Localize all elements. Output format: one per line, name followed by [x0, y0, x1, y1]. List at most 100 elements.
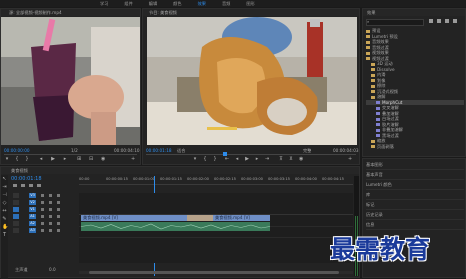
side-panel-tab[interactable]: 标记: [366, 200, 464, 210]
mark-out-icon[interactable]: }: [25, 157, 29, 162]
export-frame-icon[interactable]: ◉: [101, 157, 105, 162]
source-patch[interactable]: [13, 200, 19, 205]
play-icon[interactable]: ▶: [51, 157, 55, 162]
video-clip[interactable]: 美食视频.mp4 [V]: [213, 215, 270, 221]
step-forward-icon[interactable]: ▸: [63, 157, 67, 162]
audio-track-header[interactable]: A3: [13, 228, 77, 234]
timeline-timecode[interactable]: 00:00:01:18: [11, 176, 42, 182]
mute-icon[interactable]: [49, 229, 52, 232]
workspace-tab[interactable]: 效果: [198, 1, 206, 7]
lock-icon[interactable]: [41, 194, 44, 197]
slip-tool-icon[interactable]: ↔: [2, 209, 7, 214]
mute-icon[interactable]: [49, 222, 52, 225]
program-scrub-bar[interactable]: [146, 154, 356, 155]
source-fit-select[interactable]: 1/2: [71, 148, 78, 153]
pen-tool-icon[interactable]: ✎: [2, 217, 7, 222]
workspace-tab[interactable]: 学习: [100, 1, 108, 7]
video-track-header[interactable]: V2: [13, 200, 77, 206]
mark-in-icon[interactable]: {: [15, 157, 19, 162]
video-track-header[interactable]: V3: [13, 193, 77, 199]
effects-folder[interactable]: 页面剥落: [366, 144, 464, 150]
type-tool-icon[interactable]: T: [2, 233, 7, 238]
audio-track-header[interactable]: A2: [13, 221, 77, 227]
eye-icon[interactable]: [49, 201, 52, 204]
hand-tool-icon[interactable]: ✋: [2, 225, 8, 230]
32bit-filter-icon[interactable]: [437, 19, 441, 23]
add-marker-icon[interactable]: [29, 184, 33, 187]
mute-icon[interactable]: [49, 215, 52, 218]
track-select-tool-icon[interactable]: ⇥: [2, 185, 7, 190]
lock-icon[interactable]: [41, 215, 44, 218]
step-back-icon[interactable]: ◂: [39, 157, 43, 162]
timeline-ruler[interactable]: 00:00 00:00:00:15 00:00:01:00 00:00:01:15 00…: [79, 176, 353, 185]
lock-icon[interactable]: [41, 229, 44, 232]
snap-icon[interactable]: [13, 184, 17, 187]
step-back-icon[interactable]: ◂: [235, 157, 239, 162]
source-patch[interactable]: [13, 207, 19, 212]
side-panel-tab[interactable]: 基本图形: [366, 160, 464, 170]
eye-icon[interactable]: [49, 208, 52, 211]
solo-icon[interactable]: [57, 222, 60, 225]
video-clip[interactable]: 美食视频.mp4 [V]: [81, 215, 197, 221]
go-to-out-icon[interactable]: ⇥: [265, 157, 269, 162]
side-panel-tab[interactable]: 基本声音: [366, 170, 464, 180]
solo-icon[interactable]: [57, 229, 60, 232]
lock-icon[interactable]: [41, 201, 44, 204]
workspace-tab[interactable]: 组件: [124, 1, 132, 7]
accelerated-filter-icon[interactable]: [429, 19, 433, 23]
source-scrub-bar[interactable]: [4, 154, 137, 155]
effects-search-input[interactable]: [366, 19, 424, 26]
workspace-tab[interactable]: 颜色: [173, 1, 181, 7]
side-panel-tab[interactable]: Lumetri 颜色: [366, 180, 464, 190]
new-folder-icon[interactable]: [453, 19, 457, 23]
audio-clip[interactable]: [81, 222, 270, 231]
workspace-tab[interactable]: 编辑: [149, 1, 157, 7]
marker-icon[interactable]: ▾: [5, 157, 9, 162]
sync-lock-icon[interactable]: [57, 208, 60, 211]
workspace-tab[interactable]: 音频: [222, 1, 230, 7]
source-patch[interactable]: [13, 214, 19, 219]
marker-icon[interactable]: ▾: [193, 157, 197, 162]
program-timecode[interactable]: 00:00:01:18: [146, 148, 172, 153]
transition-marker[interactable]: [187, 215, 213, 221]
lock-icon[interactable]: [41, 208, 44, 211]
mark-out-icon[interactable]: }: [213, 157, 217, 162]
insert-icon[interactable]: ⊞: [77, 157, 81, 162]
timeline-zoom-scrollbar[interactable]: [79, 271, 353, 274]
audio-track-header[interactable]: A1: [13, 214, 77, 220]
source-patch[interactable]: [13, 228, 19, 233]
export-frame-icon[interactable]: ◉: [299, 157, 303, 162]
go-to-in-icon[interactable]: ⇤: [225, 157, 229, 162]
timeline-tab[interactable]: 美食视频: [1, 167, 359, 174]
play-icon[interactable]: ▶: [245, 157, 249, 162]
step-forward-icon[interactable]: ▸: [255, 157, 259, 162]
program-monitor-tab[interactable]: 节目: 美食视频: [143, 9, 359, 16]
selection-tool-icon[interactable]: ↖: [2, 177, 7, 182]
effects-panel-tab[interactable]: 效果: [363, 9, 465, 16]
ripple-edit-tool-icon[interactable]: ⊣: [2, 193, 7, 198]
solo-icon[interactable]: [57, 215, 60, 218]
video-track-header[interactable]: V1: [13, 207, 77, 213]
add-button-icon[interactable]: +: [131, 157, 135, 162]
source-monitor-tab[interactable]: 源: 全部视频-视频制作.mp4: [1, 9, 140, 16]
sync-lock-icon[interactable]: [57, 201, 60, 204]
overwrite-icon[interactable]: ⊟: [89, 157, 93, 162]
workspace-tab[interactable]: 图形: [246, 1, 254, 7]
extract-icon[interactable]: ⊻: [289, 157, 293, 162]
sync-lock-icon[interactable]: [57, 194, 60, 197]
settings-icon[interactable]: [37, 184, 41, 187]
add-button-icon[interactable]: +: [348, 157, 352, 162]
yuv-filter-icon[interactable]: [445, 19, 449, 23]
lock-icon[interactable]: [41, 222, 44, 225]
linked-selection-icon[interactable]: [21, 184, 25, 187]
side-panel-tab[interactable]: 信息: [366, 220, 464, 230]
side-panel-tab[interactable]: 历史记录: [366, 210, 464, 220]
master-volume-value[interactable]: 0.0: [49, 267, 56, 272]
eye-icon[interactable]: [49, 194, 52, 197]
razor-tool-icon[interactable]: ◇: [2, 201, 7, 206]
source-patch[interactable]: [13, 221, 19, 226]
side-panel-tab[interactable]: 库: [366, 190, 464, 200]
mark-in-icon[interactable]: {: [203, 157, 207, 162]
lift-icon[interactable]: ⊼: [279, 157, 283, 162]
source-patch[interactable]: [13, 193, 19, 198]
